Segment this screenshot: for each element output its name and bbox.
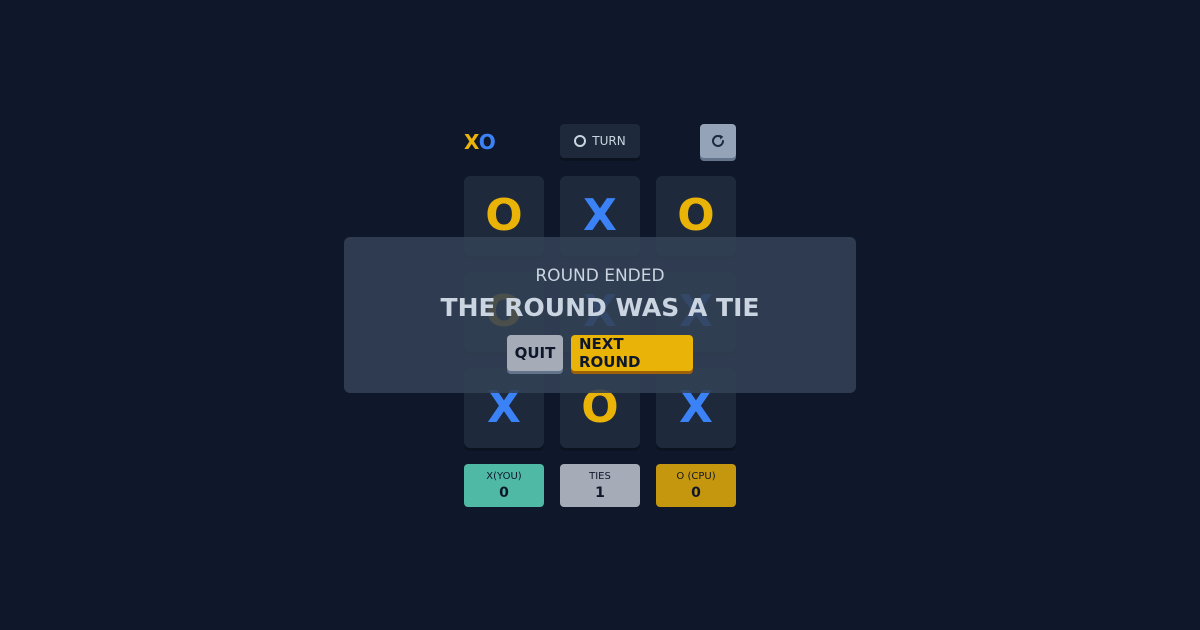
score-x: X(YOU) 0 xyxy=(464,464,544,507)
modal-title: THE ROUND WAS A TIE xyxy=(440,293,760,322)
logo-x: X xyxy=(464,130,479,154)
scoreboard: X(YOU) 0 TIES 1 O (CPU) 0 xyxy=(464,464,736,507)
o-mark: O xyxy=(485,190,523,241)
next-round-button[interactable]: NEXT ROUND xyxy=(571,335,693,371)
score-o: O (CPU) 0 xyxy=(656,464,736,507)
game-container: XO TURN O X O O X X X O X X(YOU) 0 TIES … xyxy=(464,124,736,507)
game-header: XO TURN xyxy=(464,124,736,162)
restart-icon xyxy=(712,134,724,147)
score-ties-value: 1 xyxy=(595,484,605,501)
score-x-label: X(YOU) xyxy=(486,470,522,482)
o-mark: O xyxy=(677,190,715,241)
logo: XO xyxy=(464,130,496,154)
modal-buttons: QUIT NEXT ROUND xyxy=(507,335,693,371)
o-ring-icon xyxy=(574,135,587,147)
modal-subtitle: ROUND ENDED xyxy=(535,266,665,286)
score-ties-label: TIES xyxy=(589,470,611,482)
quit-button[interactable]: QUIT xyxy=(507,335,563,371)
logo-o: O xyxy=(478,130,496,154)
round-ended-modal: ROUND ENDED THE ROUND WAS A TIE QUIT NEX… xyxy=(344,237,856,393)
score-ties: TIES 1 xyxy=(560,464,640,507)
turn-indicator: TURN xyxy=(560,124,640,158)
score-x-value: 0 xyxy=(499,484,509,501)
x-mark: X xyxy=(583,190,617,241)
score-o-value: 0 xyxy=(691,484,701,501)
turn-label: TURN xyxy=(592,134,626,148)
score-o-label: O (CPU) xyxy=(676,470,716,482)
restart-button[interactable] xyxy=(700,124,736,158)
